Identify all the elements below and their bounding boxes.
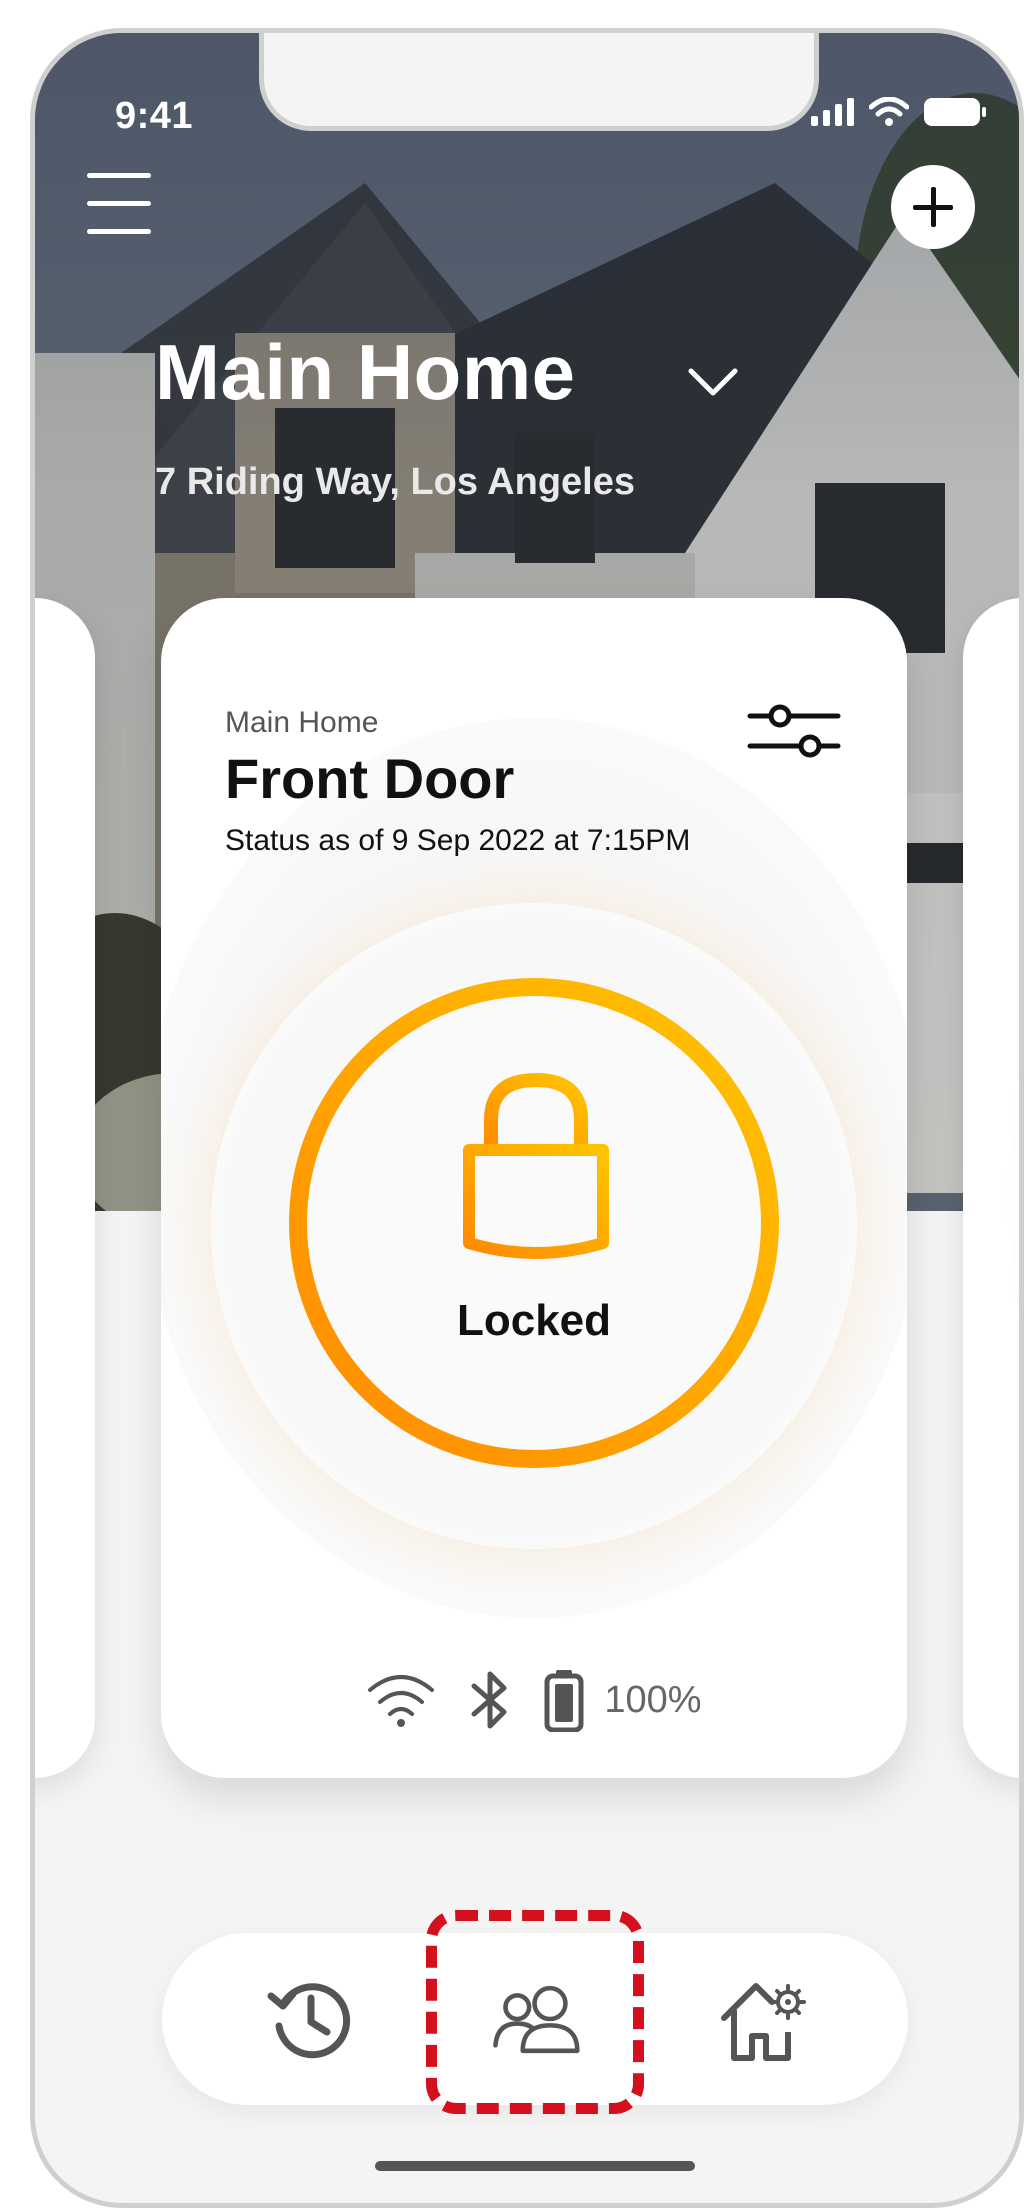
users-tab-highlight (426, 1910, 644, 2114)
nav-home-settings[interactable] (714, 1969, 814, 2069)
home-indicator-bar[interactable] (375, 2161, 695, 2171)
battery-status-icon (924, 98, 986, 126)
wifi-status-icon (869, 97, 909, 126)
lock-status-timestamp: Status as of 9 Sep 2022 at 7:15PM (225, 824, 691, 857)
plus-icon (913, 187, 953, 227)
hamburger-icon-line (87, 173, 151, 178)
cellular-signal-icon (811, 98, 854, 126)
phone-frame: 9:41 Main Home 7 Riding Way, Los Angeles… (30, 28, 1024, 2208)
next-lock-card[interactable] (963, 598, 1019, 1778)
previous-lock-card[interactable] (35, 598, 95, 1778)
lock-state-label: Locked (456, 1296, 612, 1345)
add-button[interactable] (891, 165, 975, 249)
nav-history[interactable] (260, 1969, 360, 2069)
home-address: 7 Riding Way, Los Angeles (155, 461, 635, 503)
menu-button[interactable] (87, 173, 157, 234)
home-name-title[interactable]: Main Home (155, 333, 576, 411)
padlock-icon (463, 1072, 609, 1259)
battery-percentage: 100% (604, 1678, 702, 1721)
bluetooth-icon (471, 1671, 507, 1729)
hamburger-icon-line (87, 229, 151, 234)
status-icons (811, 97, 987, 127)
lock-home-label: Main Home (225, 706, 379, 739)
lock-connectivity-bar: 100% (161, 1668, 907, 1732)
device-notch (259, 33, 819, 131)
home-settings-icon (721, 1983, 806, 2061)
lock-card: Main Home Front Door Status as of 9 Sep … (161, 598, 907, 1778)
wifi-icon (368, 1675, 435, 1727)
chevron-down-icon[interactable] (687, 367, 739, 399)
battery-icon (544, 1670, 584, 1732)
status-time: 9:41 (115, 95, 194, 137)
sliders-settings-icon[interactable] (746, 696, 842, 768)
history-icon (267, 1983, 351, 2059)
hamburger-icon-line (87, 201, 151, 206)
next-card-glow (1003, 898, 1019, 1498)
lock-door-name: Front Door (225, 747, 515, 810)
